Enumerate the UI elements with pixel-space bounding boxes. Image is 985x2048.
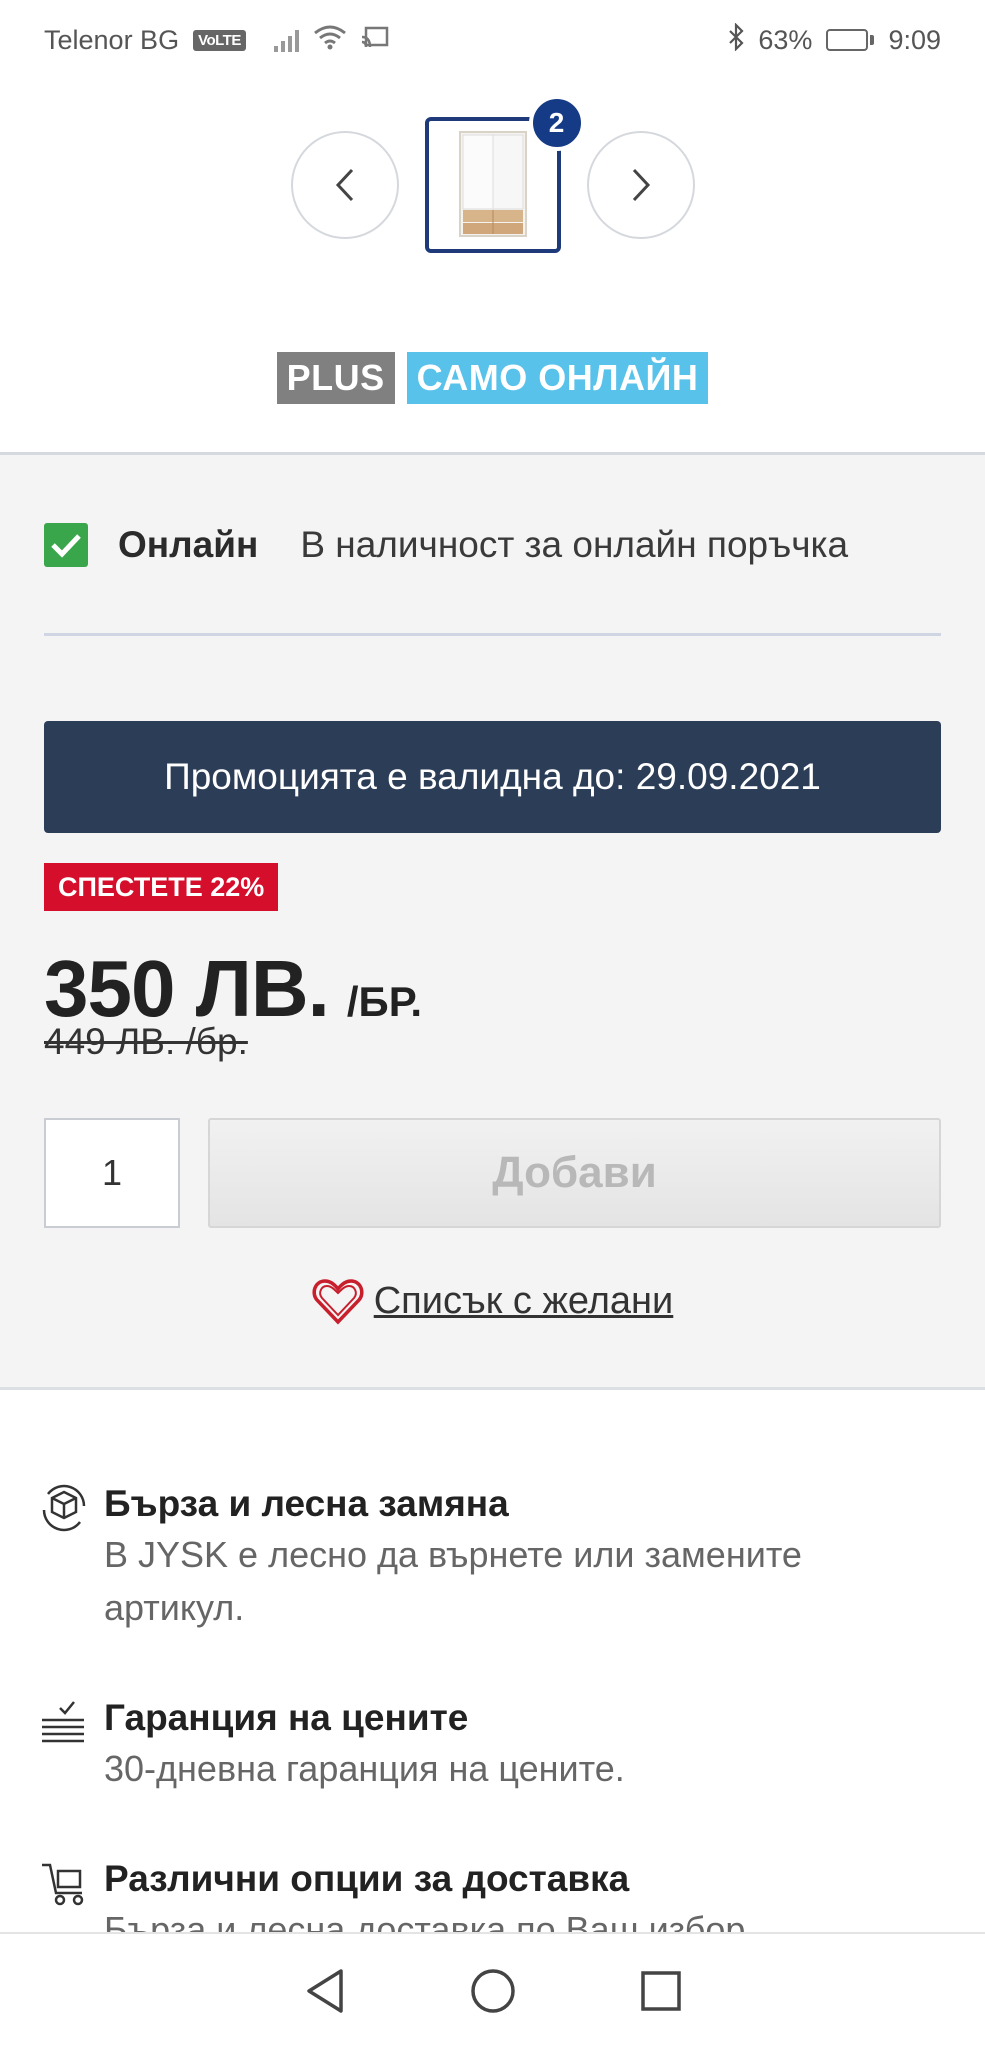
benefit-text: 30-дневна гаранция на цените. (104, 1748, 625, 1789)
benefit-exchange: Бърза и лесна замяна В JYSK е лесно да в… (38, 1480, 904, 1634)
chevron-left-icon (335, 168, 353, 202)
divider (44, 633, 941, 636)
benefit-title: Бърза и лесна замяна (104, 1483, 509, 1524)
plus-label: PLUS (276, 352, 395, 404)
check-icon (44, 523, 88, 567)
carousel-prev-button[interactable] (290, 131, 399, 239)
carrier-name: Telenor BG (44, 24, 180, 55)
promo-banner: Промоцията е валидна до: 29.09.2021 (44, 721, 941, 833)
image-carousel: 2 (0, 95, 985, 260)
benefit-title: Различни опции за доставка (104, 1858, 630, 1899)
signal-icon (273, 28, 299, 52)
availability-text: В наличност за онлайн поръчка (300, 524, 849, 565)
recents-button[interactable] (633, 1963, 689, 2019)
add-to-cart-button[interactable]: Добави (208, 1118, 941, 1228)
product-thumbnail[interactable]: 2 (424, 95, 585, 253)
benefit-price-guarantee: Гаранция на цените 30-дневна гаранция на… (38, 1694, 904, 1795)
battery-icon (826, 29, 875, 51)
product-page: Telenor BG VoLTE 63% 9:09 2 PLUS САМО ОН… (0, 0, 985, 2048)
image-count-badge: 2 (528, 95, 585, 151)
back-triangle-icon (306, 1969, 343, 2013)
delivery-cart-icon (42, 1863, 84, 1906)
availability-row: Онлайн В наличност за онлайн поръчка (44, 523, 848, 567)
wishlist-label: Списък с желани (373, 1279, 674, 1322)
cast-icon (361, 25, 389, 56)
price-guarantee-icon (42, 1701, 84, 1743)
carousel-next-button[interactable] (586, 131, 695, 239)
purchase-panel: Онлайн В наличност за онлайн поръчка Про… (0, 452, 985, 1390)
system-nav-bar (0, 1932, 985, 2048)
price-unit: /БР. (346, 978, 423, 1025)
clock: 9:09 (888, 24, 941, 55)
back-button[interactable] (297, 1963, 353, 2019)
quantity-input[interactable]: 1 (44, 1118, 180, 1228)
wardrobe-image (458, 131, 527, 237)
save-badge: СПЕСТЕТЕ 22% (44, 863, 279, 911)
bluetooth-icon (728, 21, 744, 58)
promo-text: Промоцията е валидна до: 29.09.2021 (164, 756, 821, 797)
home-button[interactable] (465, 1963, 521, 2019)
volte-icon: VoLTE (193, 29, 246, 51)
recents-square-icon (640, 1971, 681, 2011)
exchange-box-icon (42, 1484, 86, 1532)
product-labels: PLUS САМО ОНЛАЙН (0, 352, 985, 404)
battery-percent: 63% (758, 24, 813, 55)
chevron-right-icon (632, 168, 650, 202)
wifi-icon (313, 24, 347, 57)
heart-icon (312, 1279, 364, 1325)
old-price: 449 ЛВ. /бр. (44, 1021, 248, 1062)
home-circle-icon (470, 1969, 515, 2013)
benefit-title: Гаранция на цените (104, 1697, 469, 1738)
online-only-label: САМО ОНЛАЙН (406, 352, 709, 404)
status-bar: Telenor BG VoLTE 63% 9:09 (0, 0, 985, 80)
benefit-text: В JYSK е лесно да върнете или замените а… (104, 1534, 802, 1628)
availability-title: Онлайн (118, 524, 259, 565)
wishlist-link[interactable]: Списък с желани (0, 1277, 985, 1325)
